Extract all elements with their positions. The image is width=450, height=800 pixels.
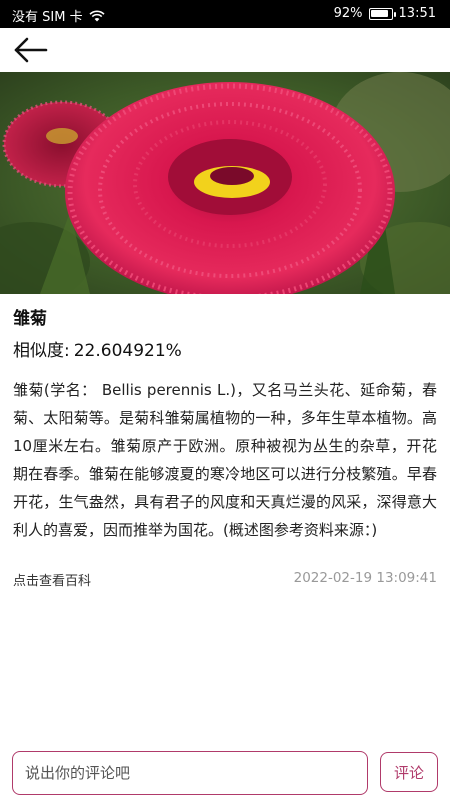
flower-photo [0,72,450,294]
wifi-icon [89,10,105,21]
status-right: 92% 13:51 [334,6,436,21]
daisy-image [0,72,450,294]
similarity-label: 相似度: [13,341,70,361]
clock: 13:51 [398,6,436,21]
arrow-left-icon [14,37,48,63]
status-bar: 没有 SIM 卡 92% 13:51 [0,0,450,28]
comment-bar: 评论 [0,748,450,800]
similarity-row: 相似度: 22.604921% [13,338,437,364]
flower-description: 雏菊(学名： Bellis perennis L.)，又名马兰头花、延命菊，春菊… [13,381,437,539]
similarity-value: 22.604921% [73,341,182,361]
top-bar [0,28,450,72]
wiki-link[interactable]: 点击查看百科 [13,570,91,589]
flower-name: 雏菊 [13,309,47,329]
meta-row: 点击查看百科 2022-02-19 13:09:41 [13,570,437,590]
status-left: 没有 SIM 卡 [12,6,105,25]
flower-info: 雏菊 相似度: 22.604921% 雏菊(学名： Bellis perennis… [13,306,437,544]
battery-level-fill [371,10,388,17]
battery-icon [368,7,396,20]
comment-input[interactable] [12,751,368,795]
comment-submit-button[interactable]: 评论 [380,752,438,792]
battery-percent: 92% [333,6,363,21]
back-button[interactable] [12,36,50,64]
carrier-text: 没有 SIM 卡 [12,10,83,25]
timestamp: 2022-02-19 13:09:41 [293,570,437,586]
